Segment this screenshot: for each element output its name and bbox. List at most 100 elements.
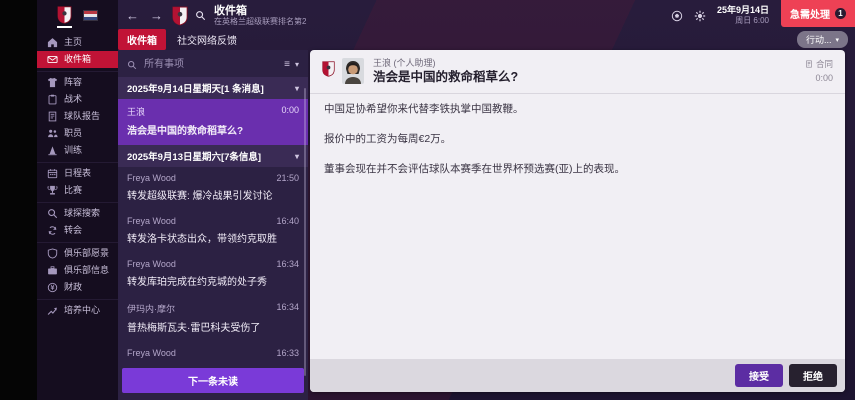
message-time: 21:50 xyxy=(276,173,299,183)
club-crest-icon[interactable] xyxy=(172,6,188,26)
case-icon xyxy=(47,265,58,276)
list-scrollbar[interactable] xyxy=(304,88,306,376)
content: ≡ ▾ 2025年9月14日星期天[1 条消息] ▾ 王浪 0:00 浩会是中国的救命稻… xyxy=(118,48,855,400)
accept-button[interactable]: 接受 xyxy=(735,364,783,387)
message-subject: 浩会是中国的救命稻草么? xyxy=(373,70,519,85)
sidebar-item-finances[interactable]: 财政 xyxy=(37,279,118,296)
message-time: 0:00 xyxy=(281,105,299,115)
message-body: 中国足协希望你来代替李铁执掌中国教鞭。 报价中的工资为每周€2万。董事会现在并不会… xyxy=(310,94,845,359)
message-sender: 王浪 xyxy=(127,107,146,117)
message-row-meta: Freya Wood 16:33 xyxy=(127,348,299,358)
sidebar-item-schedule[interactable]: 日程表 xyxy=(37,162,118,182)
staff-icon xyxy=(47,128,58,139)
message-list-item[interactable]: 王浪 0:00 浩会是中国的救命稻草么? xyxy=(118,99,308,145)
sidebar-item-transfers[interactable]: 转会 xyxy=(37,222,118,239)
back-button[interactable]: ← xyxy=(124,9,141,22)
sidebar-item-team-report[interactable]: 球队报告 xyxy=(37,108,118,125)
tab-social-feedback[interactable]: 社交网络反馈 xyxy=(168,29,246,50)
message-header: 王浪 (个人助理) 浩会是中国的救命稻草么? 合同 0:00 xyxy=(310,50,845,94)
message-tag-row: 合同 xyxy=(805,58,833,70)
message-row-meta: Freya Wood 21:50 xyxy=(127,173,299,183)
message-time: 16:34 xyxy=(276,302,299,312)
message-paragraph: 中国足协希望你来代替李铁执掌中国教鞭。 xyxy=(324,102,524,115)
message-sender: Freya Wood xyxy=(127,259,176,269)
main-area: ← → 收件箱 在英格兰超级联赛排名第2 25年9月14日 周日 6:00 急需… xyxy=(118,0,855,400)
letterbox xyxy=(0,0,37,400)
group-header-label: 2025年9月13日星期六[7条信息] xyxy=(127,152,262,163)
filter-list-icon[interactable]: ≡ xyxy=(284,59,290,70)
message-subject: 转发库珀完成在约克城的处子秀 xyxy=(127,277,267,288)
sidebar-item-inbox[interactable]: 收件箱 xyxy=(37,51,118,68)
next-unread-button[interactable]: 下一条未读 xyxy=(122,368,304,393)
chevron-down-icon: ▾ xyxy=(294,83,299,93)
trophy-icon xyxy=(47,185,58,196)
sidebar-item-home[interactable]: 主页 xyxy=(37,34,118,51)
home-icon xyxy=(47,37,58,48)
sidebar-item-club-vision[interactable]: 俱乐部愿景 xyxy=(37,242,118,262)
message-list-item[interactable]: Freya Wood 16:40 转发洛卡状态出众，带领约克取胜 xyxy=(118,210,308,253)
message-subject: 普热梅斯瓦夫·雷巴科夫受伤了 xyxy=(127,323,261,334)
tab-bar: 收件箱 社交网络反馈 行动... ▾ xyxy=(118,29,855,50)
message-paragraph: 董事会现在并不会评估球队本赛季在世界杯预选赛(亚)上的表现。 xyxy=(324,163,625,176)
sidebar-item-scouting[interactable]: 球探搜索 xyxy=(37,202,118,222)
message-group-header[interactable]: 2025年9月13日星期六[7条信息] ▾ xyxy=(118,145,308,167)
search-input[interactable] xyxy=(142,58,280,71)
sidebar-item-club-info[interactable]: 俱乐部信息 xyxy=(37,262,118,279)
sidebar-item-label: 职员 xyxy=(64,128,83,138)
message-list-item[interactable]: Freya Wood 16:34 转发库珀完成在约克城的处子秀 xyxy=(118,253,308,296)
sidebar-item-label: 日程表 xyxy=(64,168,92,178)
sidebar-item-label: 收件箱 xyxy=(64,54,92,64)
message-list-item[interactable]: 伊玛内·摩尔 16:34 普热梅斯瓦夫·雷巴科夫受伤了 xyxy=(118,296,308,342)
message-list-item[interactable]: Freya Wood 16:33 转发超级联赛: 洛卡将约克推至榜首 xyxy=(118,342,308,365)
page-subtitle: 在英格兰超级联赛排名第2 xyxy=(214,17,307,27)
message-time: 16:34 xyxy=(276,259,299,269)
tab-inbox[interactable]: 收件箱 xyxy=(118,29,166,50)
message-subject: 转发超级联赛: 爆冷战果引发讨论 xyxy=(127,191,273,202)
message-list-item[interactable]: Freya Wood 21:50 转发超级联赛: 爆冷战果引发讨论 xyxy=(118,167,308,210)
message-group-header[interactable]: 2025年9月14日星期天[1 条消息] ▾ xyxy=(118,77,308,99)
urgent-label: 急需处理 xyxy=(790,10,830,21)
message-sender: 王浪 (个人助理) xyxy=(373,58,436,68)
sidebar-nav: 主页收件箱阵容战术球队报告职员训练日程表比赛球探搜索转会俱乐部愿景 俱乐部信息 财政… xyxy=(37,34,118,319)
club-crest-icon[interactable] xyxy=(57,6,72,28)
sidebar-item-staff[interactable]: 职员 xyxy=(37,125,118,142)
search-icon xyxy=(127,60,137,70)
sidebar-item-dev-centre[interactable]: 培养中心 xyxy=(37,299,118,319)
message-subject: 转发超级联赛: 洛卡将约克推至榜首 xyxy=(127,362,299,365)
club-crest-icon xyxy=(322,58,335,77)
message-paragraph: 报价中的工资为每周€2万。 xyxy=(324,133,452,146)
sidebar-item-label: 比赛 xyxy=(64,185,83,195)
reject-button[interactable]: 拒绝 xyxy=(789,364,837,387)
message-groups: 2025年9月14日星期天[1 条消息] ▾ 王浪 0:00 浩会是中国的救命稻草么? 2… xyxy=(118,77,308,365)
message-row-meta: Freya Wood 16:34 xyxy=(127,259,299,269)
chevron-down-icon: ▾ xyxy=(835,36,839,44)
topbar-right: 25年9月14日 周日 6:00 xyxy=(671,5,769,26)
sidebar-item-training[interactable]: 训练 xyxy=(37,142,118,159)
chevron-down-icon[interactable]: ▾ xyxy=(295,60,299,69)
gear-icon[interactable] xyxy=(694,10,706,22)
mail-icon xyxy=(47,54,58,65)
sidebar-item-squad[interactable]: 阵容 xyxy=(37,71,118,91)
sidebar-item-label: 球探搜索 xyxy=(64,208,101,218)
actions-dropdown[interactable]: 行动... ▾ xyxy=(796,31,848,48)
message-sender: Freya Wood xyxy=(127,173,176,183)
report-icon xyxy=(47,111,58,122)
nation-flag-icon[interactable] xyxy=(83,10,98,21)
sidebar-item-matches[interactable]: 比赛 xyxy=(37,182,118,199)
sidebar-item-label: 训练 xyxy=(64,145,83,155)
message-row-meta: Freya Wood 16:40 xyxy=(127,216,299,226)
chart-icon xyxy=(47,305,58,316)
sidebar-item-tactics[interactable]: 战术 xyxy=(37,91,118,108)
day-time-text: 周日 6:00 xyxy=(735,16,769,26)
forward-button[interactable]: → xyxy=(148,9,165,22)
message-sender: 伊玛内·摩尔 xyxy=(127,304,175,314)
contract-icon xyxy=(805,60,813,68)
sidebar-item-label: 战术 xyxy=(64,94,83,104)
search-icon[interactable] xyxy=(195,10,206,21)
football-icon[interactable] xyxy=(671,10,683,22)
message-sender: Freya Wood xyxy=(127,348,176,358)
calendar-icon xyxy=(47,168,58,179)
continue-urgent-button[interactable]: 急需处理 1 xyxy=(781,0,855,27)
clipboard-icon xyxy=(47,94,58,105)
sender-avatar[interactable] xyxy=(342,58,364,84)
